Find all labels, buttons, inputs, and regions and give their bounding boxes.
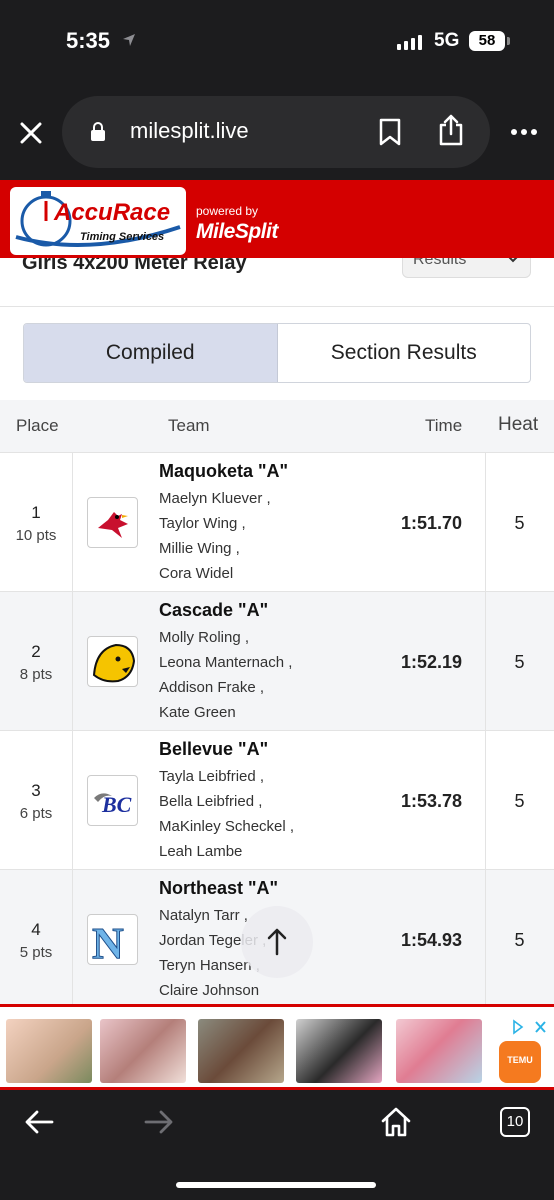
athlete-name[interactable]: Tayla Leibfried , [159,768,264,785]
battery-icon: 58 [469,31,505,51]
tab-section-results[interactable]: Section Results [278,324,531,382]
result-time: 1:51.70 [400,513,462,533]
forward-arrow-icon[interactable] [144,1109,174,1135]
powered-by-text: powered by [196,204,259,218]
result-time: 1:54.93 [400,930,462,950]
place-number: 1 [31,503,41,522]
place-number: 4 [31,920,41,939]
tab-compiled[interactable]: Compiled [24,324,278,382]
athlete-name[interactable]: Leah Lambe [159,843,242,860]
table-row: 1 10 pts Maquoketa "A" Maelyn Kluever , … [0,452,554,591]
status-time: 5:35 [66,28,111,53]
athlete-name[interactable]: Bella Leibfried , [159,793,262,810]
n-logo-icon[interactable]: N [87,914,138,965]
place-points: 5 pts [19,944,53,961]
athlete-name[interactable]: Leona Manternach , [159,654,292,671]
place-points: 10 pts [15,527,57,544]
place-points: 8 pts [19,666,53,683]
column-header-time[interactable]: Time [425,416,462,436]
athlete-name[interactable]: Cora Widel [159,565,233,582]
url-text: milesplit.live [130,118,249,143]
ad-image[interactable] [198,1019,284,1083]
column-header-heat[interactable]: Heat [498,414,538,436]
athlete-name[interactable]: Kate Green [159,704,236,721]
svg-text:BC: BC [101,792,132,817]
athlete-name[interactable]: Millie Wing , [159,540,240,557]
temu-logo[interactable]: TEMU [499,1041,541,1083]
athlete-name[interactable]: Maelyn Kluever , [159,490,271,507]
home-icon[interactable] [380,1106,412,1138]
site-header: AccuRace Timing Services powered by Mile… [0,180,554,258]
place-number: 2 [31,642,41,661]
more-icon[interactable] [510,122,538,142]
team-name[interactable]: Cascade "A" [159,600,268,621]
lock-icon [91,122,105,141]
accurace-subtitle: Timing Services [80,231,165,243]
athlete-name[interactable]: Natalyn Tarr , [159,907,248,924]
divider [0,306,554,307]
status-bar: 5:35 5G 58 [0,0,554,84]
athlete-name[interactable]: Taylor Wing , [159,515,246,532]
athlete-name[interactable]: Addison Frake , [159,679,264,696]
svg-text:N: N [92,919,124,965]
table-row: 2 8 pts Cascade "A" Molly Roling , Leona… [0,591,554,730]
accurace-wordmark: AccuRace [54,199,171,226]
athlete-name[interactable]: Molly Roling , [159,629,249,646]
ad-image[interactable] [100,1019,186,1083]
milesplit-logo[interactable]: MileSplit [196,220,278,244]
ad-choices-icon[interactable] [512,1019,548,1035]
table-row: 3 6 pts BC Bellevue "A" Tayla Leibfried … [0,730,554,869]
scroll-to-top-button[interactable] [241,906,313,978]
cardinal-logo-icon[interactable] [87,497,138,548]
team-name[interactable]: Bellevue "A" [159,739,268,760]
back-arrow-icon[interactable] [24,1109,54,1135]
address-bar[interactable]: milesplit.live [62,96,490,168]
place-points: 6 pts [19,805,53,822]
cell-signal-icon [397,34,422,50]
accurace-logo[interactable]: AccuRace Timing Services [10,187,186,255]
battery-tip [507,37,510,45]
network-label: 5G [434,30,460,51]
heat-number: 5 [514,513,525,533]
arrow-up-icon [267,928,287,956]
heat-number: 5 [514,652,525,672]
web-page: AccuRace Timing Services powered by Mile… [0,180,554,1004]
result-time: 1:53.78 [400,791,462,811]
heat-number: 5 [514,930,525,950]
athlete-name[interactable]: MaKinley Scheckel , [159,818,294,835]
location-arrow-icon [123,34,135,46]
bc-logo-icon[interactable]: BC [87,775,138,826]
ad-image[interactable] [396,1019,482,1083]
browser-toolbar: milesplit.live [0,84,554,180]
ad-image[interactable] [6,1019,92,1083]
ad-banner[interactable]: TEMU [0,1004,554,1090]
close-icon[interactable] [16,118,46,148]
column-header-team[interactable]: Team [168,416,210,436]
bookmark-icon[interactable] [378,118,402,146]
home-indicator [176,1182,376,1188]
heat-number: 5 [514,791,525,811]
column-header-place[interactable]: Place [16,416,59,436]
athlete-name[interactable]: Claire Johnson [159,982,259,999]
share-icon[interactable] [438,114,464,146]
tab-switcher-button[interactable]: 10 [500,1107,530,1137]
ad-image[interactable] [296,1019,382,1083]
table-header: Place Team Time Heat [0,400,554,452]
result-time: 1:52.19 [400,652,462,672]
team-name[interactable]: Maquoketa "A" [159,461,288,482]
team-name[interactable]: Northeast "A" [159,878,278,899]
cougar-logo-icon[interactable] [87,636,138,687]
place-number: 3 [31,781,41,800]
result-tabs: Compiled Section Results [23,323,531,383]
browser-bottom-toolbar: 10 [0,1090,554,1200]
